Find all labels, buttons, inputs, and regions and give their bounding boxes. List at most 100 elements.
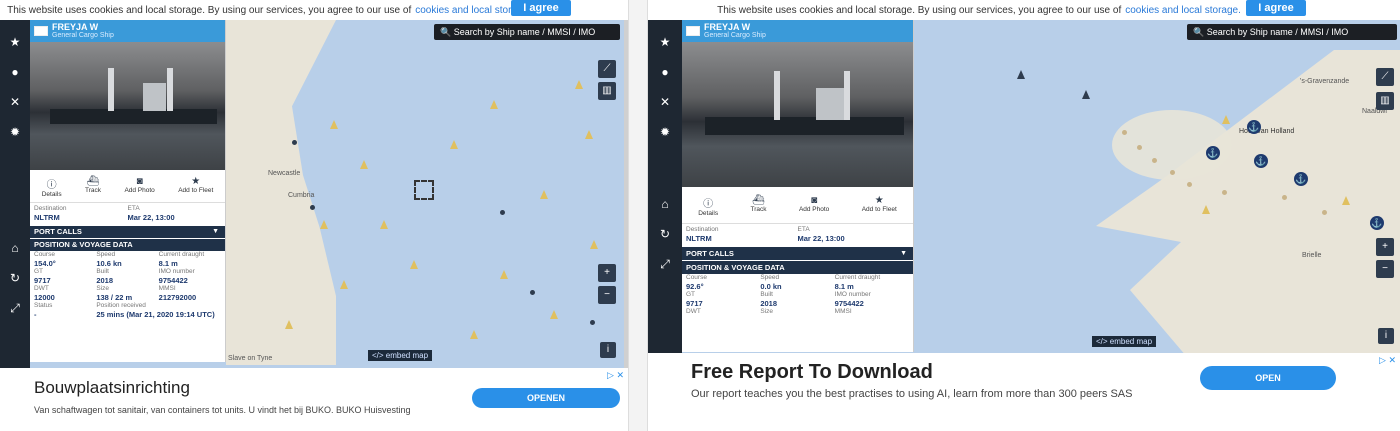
ship-marker[interactable] [1342, 196, 1350, 205]
destination-value[interactable]: NLTRM [34, 213, 128, 222]
pin-icon[interactable]: ● [11, 64, 18, 80]
add-fleet-button[interactable]: ★ Add to Fleet [862, 195, 897, 217]
port-calls-bar[interactable]: PORT CALLS ▼ [30, 226, 225, 238]
add-photo-button[interactable]: ◙ Add Photo [124, 176, 154, 198]
position-voyage-bar[interactable]: POSITION & VOYAGE DATA [30, 239, 225, 251]
anchored-ship-dot[interactable] [1122, 130, 1127, 135]
zoom-out-button[interactable]: − [1376, 260, 1394, 278]
ship-marker[interactable] [1202, 205, 1210, 214]
anchor-port-icon[interactable]: ⚓ [1247, 120, 1261, 134]
ship-marker[interactable] [320, 220, 328, 229]
embed-map-button[interactable]: </> embed map [368, 350, 433, 361]
details-button[interactable]: ⓘ Details [42, 176, 62, 198]
agree-button[interactable]: I agree [1246, 0, 1306, 16]
ship-marker[interactable] [1082, 90, 1090, 99]
ad-banner[interactable]: Bouwplaatsinrichting Van schaftwagen tot… [0, 368, 628, 431]
anchored-ship-dot[interactable] [590, 320, 595, 325]
anchor-port-icon[interactable]: ⚓ [1294, 172, 1308, 186]
zoom-in-button[interactable]: + [598, 264, 616, 282]
ship-marker[interactable] [330, 120, 338, 129]
info-icon[interactable]: i [1378, 328, 1394, 344]
add-photo-button[interactable]: ◙ Add Photo [799, 195, 829, 217]
ship-marker[interactable] [360, 160, 368, 169]
expand-icon[interactable]: ⤢ [10, 300, 20, 316]
ad-banner[interactable]: Free Report To Download Our report teach… [648, 353, 1400, 431]
star-icon[interactable]: ★ [660, 34, 671, 50]
layers-icon[interactable]: ▥ [1376, 92, 1394, 110]
satellite-icon[interactable]: ✕ [660, 94, 670, 110]
anchored-ship-dot[interactable] [1137, 145, 1142, 150]
embed-map-button[interactable]: </> embed map [1092, 336, 1157, 347]
add-fleet-button[interactable]: ★ Add to Fleet [178, 176, 213, 198]
anchored-ship-dot[interactable] [1152, 158, 1157, 163]
ad-open-button[interactable]: OPEN [1200, 366, 1336, 390]
ship-marker[interactable] [590, 240, 598, 249]
ship-marker[interactable] [470, 330, 478, 339]
anchored-ship-dot[interactable] [1187, 182, 1192, 187]
agree-button[interactable]: I agree [511, 0, 571, 16]
destination-value[interactable]: NLTRM [686, 234, 798, 243]
ship-marker[interactable] [575, 80, 583, 89]
expand-icon[interactable]: ⤢ [660, 256, 670, 272]
ship-marker[interactable] [540, 190, 548, 199]
anchored-ship-dot[interactable] [1222, 190, 1227, 195]
ship-marker[interactable] [500, 270, 508, 279]
details-button[interactable]: ⓘ Details [698, 195, 718, 217]
ship-marker[interactable] [340, 280, 348, 289]
layers-icon[interactable]: ▥ [598, 82, 616, 100]
refresh-icon[interactable]: ↻ [10, 270, 20, 286]
screenshot-composite: This website uses cookies and local stor… [0, 0, 1400, 431]
ruler-icon[interactable]: ⟋ [1376, 68, 1394, 86]
ship-marker[interactable] [410, 260, 418, 269]
refresh-icon[interactable]: ↻ [660, 226, 670, 242]
antenna-icon[interactable]: ⌂ [661, 196, 668, 212]
ad-close-icon[interactable]: ▷ ✕ [607, 370, 624, 381]
anchored-ship-dot[interactable] [1170, 170, 1175, 175]
anchored-ship-dot[interactable] [310, 205, 315, 210]
vessel-name[interactable]: FREYJA W [52, 22, 114, 32]
ship-marker[interactable] [1017, 70, 1025, 79]
ship-marker[interactable] [1222, 115, 1230, 124]
ad-open-button[interactable]: OPENEN [472, 388, 620, 408]
anchored-ship-dot[interactable] [292, 140, 297, 145]
anchor-port-icon[interactable]: ⚓ [1370, 216, 1384, 230]
ship-marker[interactable] [585, 130, 593, 139]
track-button[interactable]: ⛴ Track [85, 176, 101, 198]
vessel-photo[interactable] [30, 42, 225, 170]
anchor-port-icon[interactable]: ⚓ [1206, 146, 1220, 160]
anchored-ship-dot[interactable] [1322, 210, 1327, 215]
pin-icon[interactable]: ● [661, 64, 668, 80]
position-voyage-bar[interactable]: POSITION & VOYAGE DATA [682, 261, 913, 274]
anchored-ship-dot[interactable] [1282, 195, 1287, 200]
track-button[interactable]: ⛴ Track [751, 195, 767, 217]
gear-icon[interactable]: ✹ [10, 124, 20, 140]
search-input[interactable]: 🔍 Search by Ship name / MMSI / IMO [1187, 24, 1397, 40]
ad-title[interactable]: Free Report To Download [691, 361, 933, 384]
anchor-port-icon[interactable]: ⚓ [1254, 154, 1268, 168]
search-input[interactable]: 🔍 Search by Ship name / MMSI / IMO [434, 24, 620, 40]
anchored-ship-dot[interactable] [530, 290, 535, 295]
ship-marker[interactable] [285, 320, 293, 329]
ship-marker[interactable] [490, 100, 498, 109]
ship-marker[interactable] [550, 310, 558, 319]
search-placeholder: Search by Ship name / MMSI / IMO [453, 27, 596, 37]
ruler-icon[interactable]: ⟋ [598, 60, 616, 78]
zoom-out-button[interactable]: − [598, 286, 616, 304]
ad-title[interactable]: Bouwplaatsinrichting [34, 378, 190, 398]
status-label: Status [34, 302, 53, 309]
ship-marker[interactable] [450, 140, 458, 149]
port-calls-bar[interactable]: PORT CALLS ▼ [682, 247, 913, 260]
zoom-in-button[interactable]: + [1376, 238, 1394, 256]
ship-marker[interactable] [380, 220, 388, 229]
gear-icon[interactable]: ✹ [660, 124, 670, 140]
star-icon[interactable]: ★ [10, 34, 21, 50]
info-icon[interactable]: i [600, 342, 616, 358]
vessel-photo[interactable] [682, 42, 913, 187]
anchored-ship-dot[interactable] [500, 210, 505, 215]
satellite-icon[interactable]: ✕ [10, 94, 20, 110]
cookie-link[interactable]: cookies and local storage. [1125, 5, 1241, 16]
voyage-row-3: DWT Size MMSI [682, 308, 913, 316]
vessel-name[interactable]: FREYJA W [704, 22, 766, 32]
antenna-icon[interactable]: ⌂ [11, 240, 18, 256]
ad-close-icon[interactable]: ▷ ✕ [1379, 355, 1396, 366]
